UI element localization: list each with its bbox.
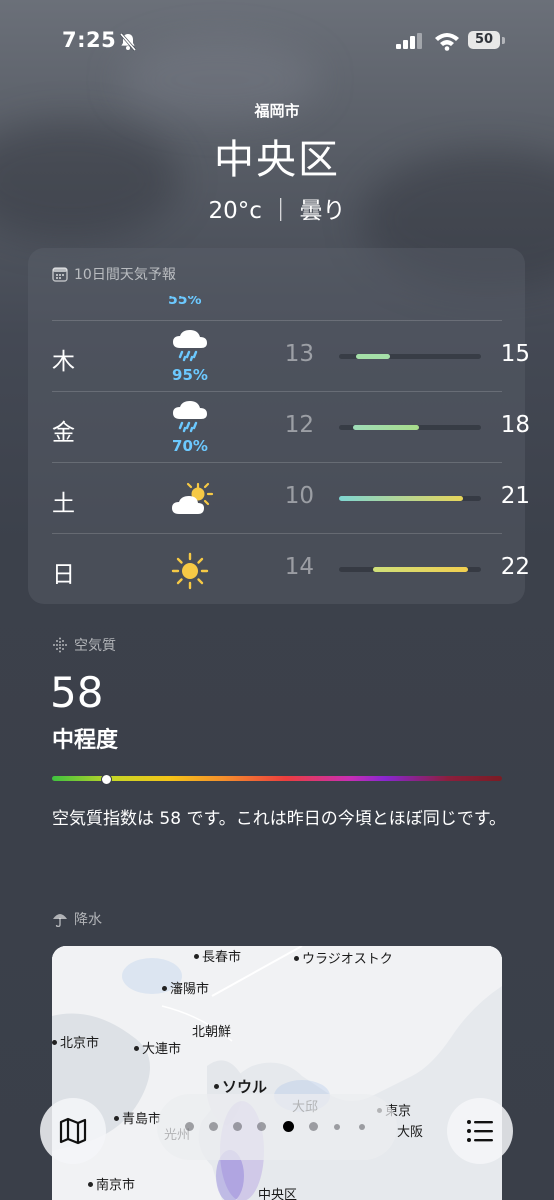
high-temp: 21: [500, 483, 530, 509]
row-divider: [52, 462, 502, 463]
air-quality-title: 空気質: [52, 635, 116, 655]
sun-icon: [170, 551, 210, 595]
high-temp: 15: [500, 341, 530, 367]
locations-list-button[interactable]: [447, 1098, 513, 1164]
low-temp: 14: [284, 554, 314, 580]
air-quality-icon: [53, 637, 67, 653]
map-button[interactable]: [40, 1098, 106, 1164]
map-city-dot: [194, 954, 199, 959]
rain-cloud-icon: [170, 399, 210, 437]
page-dot[interactable]: [283, 1121, 294, 1132]
location-header: 福岡市 中央区 20°c ｜ 曇り: [0, 100, 554, 225]
page-dot[interactable]: [233, 1122, 242, 1131]
temp-range-fill: [356, 354, 391, 359]
rain-cloud-icon: [170, 328, 210, 366]
high-temp: 18: [500, 412, 530, 438]
clipped-precip-chance: 55%: [168, 296, 202, 308]
precipitation-map[interactable]: 長春市ウラジオストク瀋陽市北朝鮮北京市大連市ソウル青島市東京大阪南京市中央区大邱…: [52, 946, 502, 1200]
map-label: 北朝鮮: [192, 1025, 232, 1040]
district-name: 中央区: [214, 137, 340, 183]
battery-tip: [502, 37, 505, 44]
page-dot[interactable]: [309, 1122, 318, 1131]
precipitation-title-text: 降水: [74, 912, 102, 928]
aqi-value: 58: [50, 668, 104, 717]
map-city-dot: [114, 1116, 119, 1121]
map-label: 大阪: [397, 1125, 424, 1140]
aqi-description: 空気質指数は 58 です。これは昨日の今頃とほぼ同じです。: [52, 809, 507, 829]
temp-range-track: [339, 567, 481, 572]
map-city-dot: [88, 1182, 93, 1187]
map-label: 大連市: [142, 1042, 182, 1057]
forecast-day: 金: [52, 420, 75, 446]
silent-bell-icon: [119, 33, 137, 51]
page-dot[interactable]: [359, 1124, 365, 1130]
umbrella-icon: [53, 914, 67, 928]
forecast-row[interactable]: 金 70% 12 18: [52, 391, 530, 461]
cellular-signal-icon: [396, 33, 422, 49]
calendar-icon: [52, 267, 68, 282]
forecast-day: 日: [52, 562, 75, 588]
air-quality-title-text: 空気質: [74, 638, 116, 654]
wifi-icon: [435, 33, 459, 51]
page-dot[interactable]: [185, 1122, 194, 1131]
temp-range-fill: [373, 567, 469, 572]
map-label: 北京市: [60, 1036, 100, 1051]
forecast-row[interactable]: 土 10 21: [52, 462, 530, 532]
aqi-level: 中程度: [52, 728, 119, 753]
battery-indicator: 50: [468, 31, 500, 49]
forecast-row[interactable]: 日 14 22: [52, 533, 530, 603]
forecast-card-title: 10日間天気予報: [52, 264, 176, 284]
temp-range-fill: [339, 496, 463, 501]
ten-day-forecast-card[interactable]: 10日間天気予報 55% 木 95% 13 15 金 70% 12 18 土 10 21 日 14 22: [28, 248, 530, 604]
aqi-scale-bar: [52, 774, 502, 785]
temp-range-track: [339, 425, 481, 430]
page-dot[interactable]: [209, 1122, 218, 1131]
row-divider: [52, 391, 502, 392]
map-label: ウラジオストク: [302, 952, 393, 967]
forecast-day: 木: [52, 349, 75, 375]
map-city-dot: [162, 986, 167, 991]
map-label: 南京市: [96, 1178, 136, 1193]
map-icon: [59, 1117, 87, 1145]
low-temp: 13: [284, 341, 314, 367]
precip-chance: 95%: [172, 366, 208, 384]
map-city-dot: [134, 1046, 139, 1051]
sun-behind-cloud-icon: [170, 480, 214, 524]
temp-range-track: [339, 496, 481, 501]
map-city-dot: [294, 956, 299, 961]
map-label: 長春市: [202, 950, 242, 965]
status-bar: 7:25 50: [0, 26, 554, 60]
low-temp: 10: [284, 483, 314, 509]
page-indicator[interactable]: [157, 1094, 397, 1160]
high-temp: 22: [500, 554, 530, 580]
forecast-day: 土: [52, 491, 75, 517]
list-icon: [467, 1120, 493, 1142]
current-conditions: 20°c ｜ 曇り: [208, 198, 346, 224]
page-dot[interactable]: [257, 1122, 266, 1131]
row-divider: [52, 533, 502, 534]
map-landmass: [52, 946, 502, 1200]
row-divider: [52, 320, 502, 321]
map-label: 瀋陽市: [170, 982, 210, 997]
map-label: 中央区: [258, 1188, 298, 1200]
temp-range-track: [339, 354, 481, 359]
precipitation-title: 降水: [52, 909, 102, 929]
temp-range-fill: [353, 425, 419, 430]
low-temp: 12: [284, 412, 314, 438]
precip-chance: 70%: [172, 437, 208, 455]
page-dot[interactable]: [334, 1124, 340, 1130]
city-name: 福岡市: [254, 102, 300, 120]
forecast-title-text: 10日間天気予報: [74, 267, 176, 283]
map-city-dot: [52, 1040, 57, 1045]
map-city-dot: [214, 1084, 219, 1089]
map-label: 青島市: [122, 1112, 162, 1127]
forecast-row[interactable]: 木 95% 13 15: [52, 320, 530, 390]
status-time: 7:25: [62, 28, 117, 52]
aqi-indicator-dot: [101, 774, 112, 785]
